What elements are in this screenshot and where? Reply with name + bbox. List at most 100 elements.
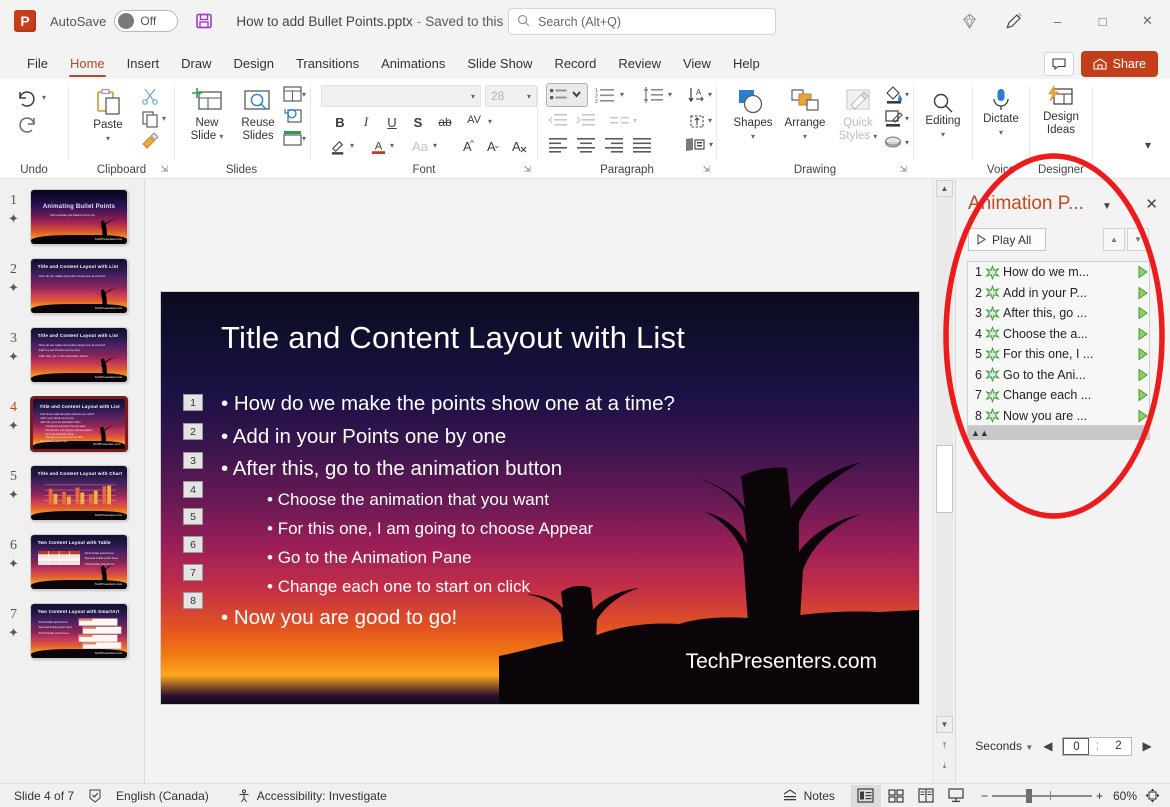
tab-home[interactable]: Home: [59, 51, 116, 77]
search-input[interactable]: Search (Alt+Q): [508, 8, 776, 35]
columns-button[interactable]: [608, 111, 632, 131]
tab-insert[interactable]: Insert: [116, 51, 171, 77]
current-slide[interactable]: Title and Content Layout with List • How…: [160, 291, 920, 705]
move-earlier-button[interactable]: ▲: [1103, 228, 1125, 251]
convert-to-smartart-button[interactable]: [682, 135, 708, 155]
play-all-button[interactable]: Play All: [968, 228, 1046, 251]
increase-font-size-button[interactable]: A ^: [455, 135, 477, 157]
editing-dropdown-icon[interactable]: ▾: [941, 128, 945, 141]
section-icon[interactable]: [281, 129, 303, 147]
text-highlight-color-button[interactable]: [327, 135, 349, 157]
character-spacing-button[interactable]: AV: [461, 109, 487, 131]
font-color-dropdown-icon[interactable]: ▾: [390, 141, 394, 150]
tab-help[interactable]: Help: [722, 51, 771, 77]
character-spacing-dropdown-icon[interactable]: ▾: [488, 117, 492, 126]
tab-record[interactable]: Record: [543, 51, 607, 77]
arrange-button[interactable]: Arrange ▾: [779, 87, 831, 143]
slide-thumbnail-pane[interactable]: 1 ✦ Animating Bullet Points How to anima…: [0, 179, 145, 783]
clear-formatting-button[interactable]: A: [507, 135, 531, 157]
undo-dropdown-icon[interactable]: ▾: [42, 93, 46, 102]
view-slide-show-button[interactable]: [941, 785, 971, 807]
shapes-button[interactable]: Shapes ▾: [727, 87, 779, 143]
comments-button[interactable]: [1044, 52, 1074, 76]
tab-transitions[interactable]: Transitions: [285, 51, 370, 77]
cut-icon[interactable]: [139, 86, 161, 106]
reset-slide-icon[interactable]: [281, 107, 303, 125]
undo-icon[interactable]: [14, 87, 40, 111]
diamond-icon[interactable]: [947, 0, 991, 42]
animation-list-item[interactable]: 8 Now you are ...: [968, 406, 1149, 426]
animation-tag-8[interactable]: 8: [183, 592, 203, 609]
spell-check-icon[interactable]: [88, 789, 102, 803]
line-spacing-dropdown-icon[interactable]: ▾: [668, 90, 672, 99]
animation-start-on-click-icon[interactable]: [1137, 409, 1149, 423]
shape-outline-icon[interactable]: [883, 109, 905, 128]
view-normal-button[interactable]: [850, 784, 881, 807]
animation-list[interactable]: 1 How do we m... 2 Add in your P... 3 Af…: [967, 261, 1150, 426]
new-slide-button[interactable]: New Slide ▾: [181, 87, 233, 143]
zoom-level[interactable]: 60%: [1113, 789, 1137, 803]
drawing-dialog-launcher[interactable]: ⇲: [899, 164, 907, 175]
tab-animations[interactable]: Animations: [370, 51, 456, 77]
shape-fill-icon[interactable]: [883, 85, 905, 104]
tab-design[interactable]: Design: [223, 51, 285, 77]
paste-dropdown-icon[interactable]: ▾: [106, 132, 110, 145]
shape-effects-icon[interactable]: [883, 133, 905, 152]
tab-slide-show[interactable]: Slide Show: [456, 51, 543, 77]
tab-file[interactable]: File: [16, 51, 59, 77]
strikethrough-button[interactable]: ab: [433, 111, 457, 133]
line-spacing-button[interactable]: [642, 85, 666, 105]
shape-effects-dropdown-icon[interactable]: ▾: [905, 138, 909, 147]
scroll-up-button[interactable]: ▲: [936, 180, 953, 197]
text-direction-dropdown-icon[interactable]: ▾: [708, 90, 712, 99]
arrange-dropdown-icon[interactable]: ▾: [803, 130, 807, 143]
align-right-button[interactable]: [602, 135, 626, 155]
accessibility-status[interactable]: Accessibility: Investigate: [237, 789, 387, 803]
close-button[interactable]: ✕: [1125, 0, 1170, 42]
minimize-button[interactable]: –: [1035, 0, 1080, 42]
justify-button[interactable]: [630, 135, 654, 155]
zoom-out-button[interactable]: −: [981, 789, 988, 803]
design-ideas-button[interactable]: Design Ideas: [1034, 85, 1088, 137]
animation-start-on-click-icon[interactable]: [1137, 306, 1149, 320]
animation-start-on-click-icon[interactable]: [1137, 286, 1149, 300]
previous-slide-button[interactable]: ⤒: [936, 737, 953, 754]
decrease-indent-button[interactable]: [546, 111, 570, 131]
numbering-dropdown-icon[interactable]: ▾: [620, 90, 624, 99]
animation-tag-7[interactable]: 7: [183, 564, 203, 581]
align-center-button[interactable]: [574, 135, 598, 155]
tab-draw[interactable]: Draw: [170, 51, 222, 77]
dictate-button[interactable]: Dictate ▾: [976, 87, 1026, 139]
view-reading-button[interactable]: [911, 785, 941, 807]
font-name-select[interactable]: ▾: [321, 85, 481, 107]
change-case-dropdown-icon[interactable]: ▾: [433, 141, 437, 150]
bullets-button[interactable]: [546, 83, 588, 107]
shapes-dropdown-icon[interactable]: ▾: [751, 130, 755, 143]
highlight-color-dropdown-icon[interactable]: ▾: [350, 141, 354, 150]
font-size-select[interactable]: 28 ▾: [485, 85, 537, 107]
animation-start-on-click-icon[interactable]: [1137, 327, 1149, 341]
decrease-font-size-button[interactable]: A ⌄: [479, 135, 501, 157]
animation-list-item[interactable]: 2 Add in your P...: [968, 283, 1149, 304]
animation-start-on-click-icon[interactable]: [1137, 368, 1149, 382]
increase-indent-button[interactable]: [574, 111, 598, 131]
reuse-slides-button[interactable]: Reuse Slides: [233, 87, 283, 143]
zoom-handle[interactable]: [1025, 788, 1032, 803]
animation-list-item[interactable]: 4 Choose the a...: [968, 324, 1149, 345]
animation-pane-menu-icon[interactable]: ▼: [1102, 201, 1112, 212]
timeline-prev-button[interactable]: ◀: [1043, 739, 1052, 753]
smartart-dropdown-icon[interactable]: ▾: [709, 140, 713, 149]
animation-start-on-click-icon[interactable]: [1137, 388, 1149, 402]
pen-highlight-icon[interactable]: [991, 0, 1035, 42]
numbering-button[interactable]: 123: [594, 85, 618, 105]
animation-list-item[interactable]: 1 How do we m...: [968, 262, 1149, 283]
animation-list-item[interactable]: 3 After this, go ...: [968, 303, 1149, 324]
quick-styles-button[interactable]: Quick Styles ▾: [831, 87, 885, 143]
maximize-button[interactable]: □: [1080, 0, 1125, 42]
thumbnail-slide-7[interactable]: 7 ✦ Two Content Layout with SmartArt Fir…: [0, 601, 144, 670]
text-shadow-button[interactable]: S: [407, 111, 429, 133]
font-dialog-launcher[interactable]: ⇲: [523, 164, 531, 175]
scroll-down-button[interactable]: ▼: [936, 716, 953, 733]
align-text-dropdown-icon[interactable]: ▾: [708, 116, 712, 125]
notes-button[interactable]: Notes: [782, 789, 835, 803]
